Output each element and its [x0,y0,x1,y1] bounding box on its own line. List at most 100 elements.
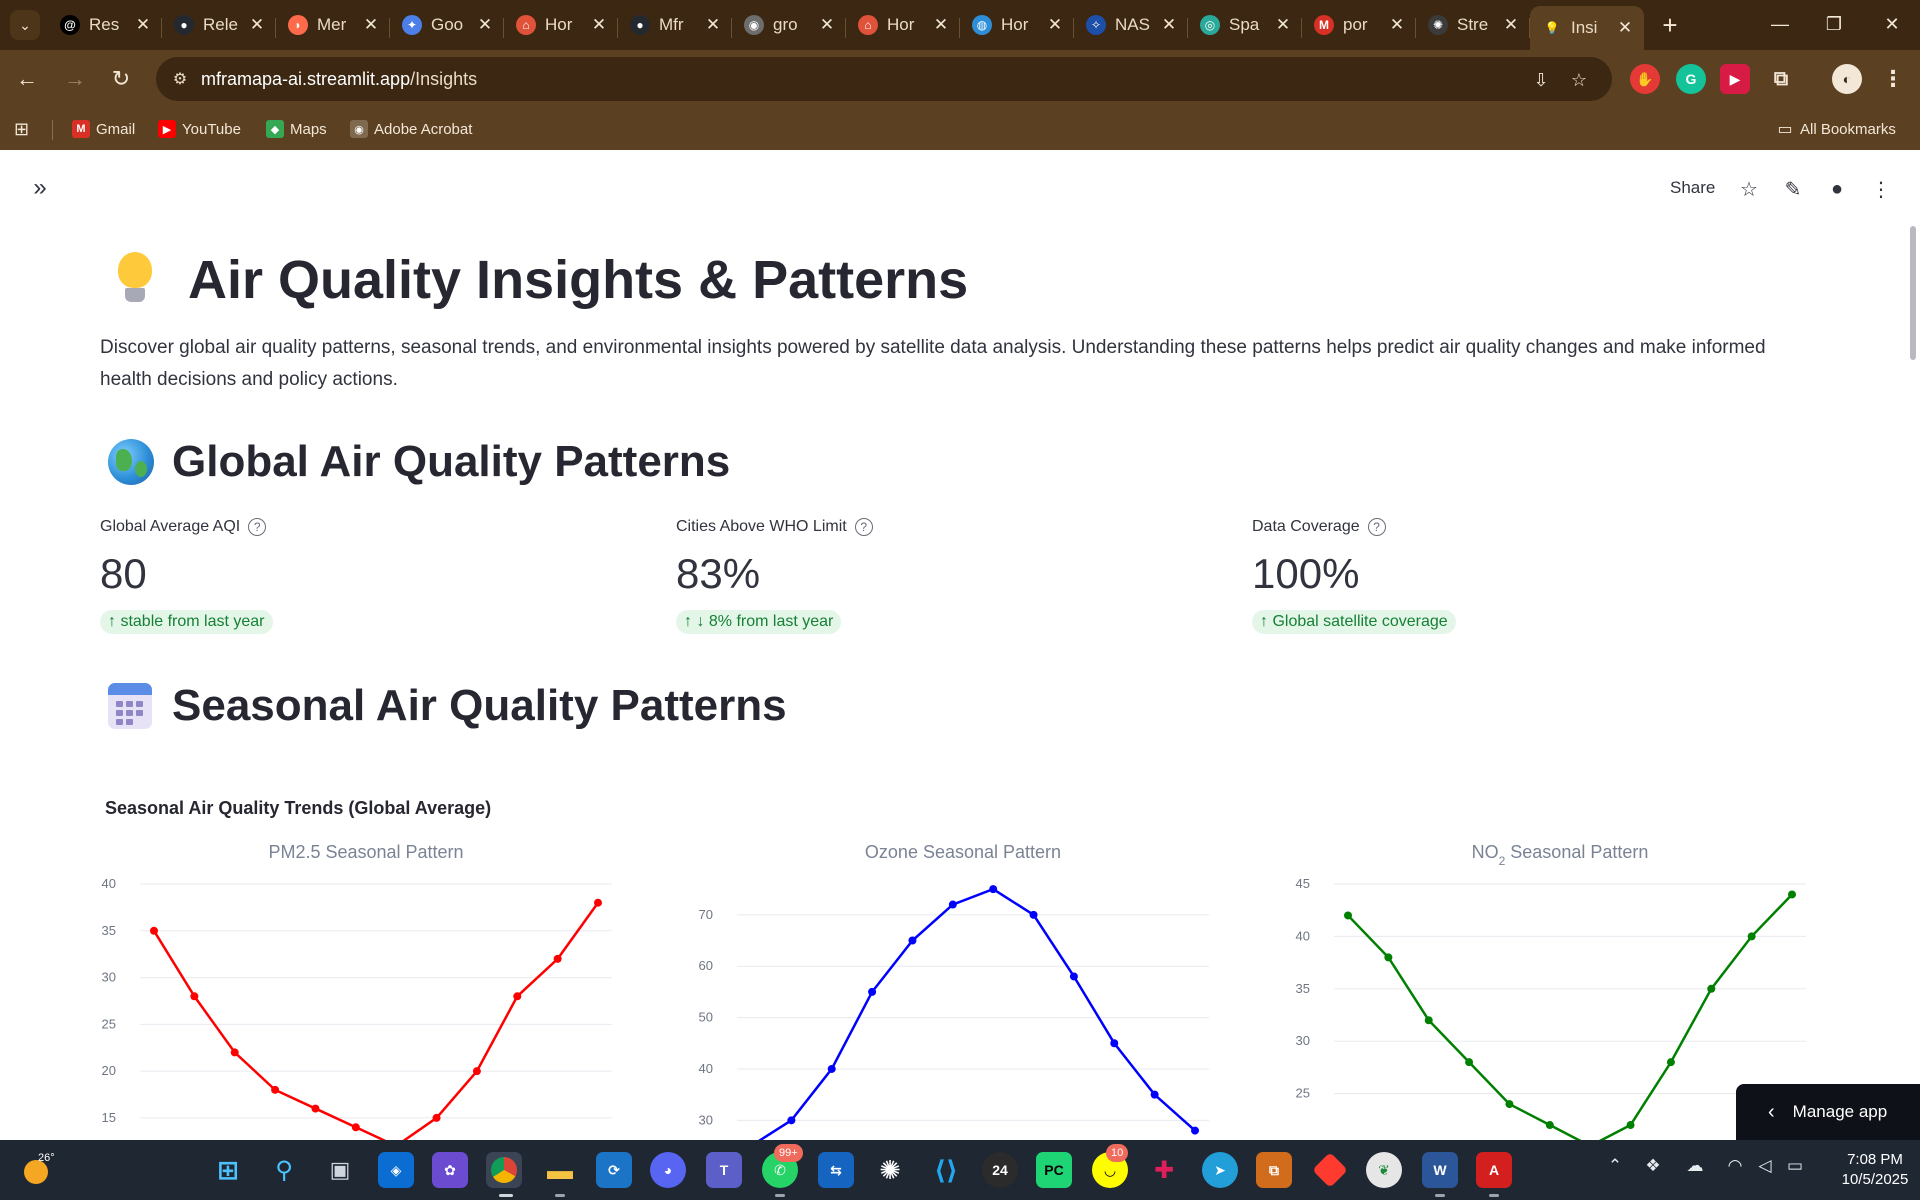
browser-tab[interactable]: ✺ Stre ✕ [1416,6,1530,44]
app-diamond-icon[interactable] [1312,1152,1348,1188]
chart-point[interactable] [311,1104,320,1113]
tab-close-icon[interactable]: ✕ [818,15,836,35]
bookmark-item[interactable]: ◆ Maps [266,116,327,142]
minimize-button[interactable]: — [1752,0,1808,48]
tab-close-icon[interactable]: ✕ [1160,15,1178,35]
apps-button[interactable]: ⊞ [14,116,29,142]
chart-point[interactable] [1545,1121,1554,1130]
openai-icon[interactable]: ✺ [872,1152,908,1188]
wifi-icon[interactable]: ◠ [1722,1156,1748,1176]
chart-point[interactable] [1424,1016,1433,1025]
tab-close-icon[interactable]: ✕ [704,15,722,35]
browser-tab[interactable]: ● Rele ✕ [162,6,276,44]
browser-tab[interactable]: ◗ Mer ✕ [276,6,390,44]
windows-start-icon[interactable]: ⊞ [210,1152,246,1188]
site-info-icon[interactable]: ⚙ [168,67,192,91]
tab-search-button[interactable]: ⌄ [10,10,40,40]
help-tooltip-icon[interactable]: ? [1367,518,1386,536]
bookmark-star-icon[interactable]: ☆ [1566,67,1592,93]
chart-point[interactable] [513,992,522,1001]
discord-icon[interactable]: ◕ [650,1152,686,1188]
chart-point[interactable] [1465,1058,1474,1067]
chart-point[interactable] [553,954,562,963]
chart-point[interactable] [827,1064,836,1073]
browser-tab[interactable]: @ Res ✕ [48,6,162,44]
pycharm-icon[interactable]: PC [1036,1152,1072,1188]
share-button[interactable]: Share [1670,178,1715,198]
chart-ozone[interactable]: Ozone Seasonal Pattern 30 40 50 60 70 [697,826,1217,1150]
search-icon[interactable]: ⚲ [266,1152,302,1188]
chart-point[interactable] [1788,890,1796,899]
app-24-icon[interactable]: 24 [982,1152,1018,1188]
browser-tab[interactable]: ◉ gro ✕ [732,6,846,44]
app-switch-icon[interactable]: ⇆ [818,1152,854,1188]
browser-tab[interactable]: ◎ Spa ✕ [1188,6,1302,44]
browser-tab[interactable]: ⌂ Hor ✕ [846,6,960,44]
github-icon[interactable]: ● [1822,174,1852,204]
tab-close-icon[interactable]: ✕ [1388,15,1406,35]
volume-muted-icon[interactable]: ◁ [1752,1156,1778,1176]
dropbox-icon[interactable]: ❖ [1640,1156,1666,1176]
sidebar-expand-button[interactable]: » [24,174,56,202]
chart-point[interactable] [908,936,917,945]
chart-point[interactable] [868,987,877,996]
file-explorer-icon[interactable]: ▬ [542,1152,578,1188]
help-tooltip-icon[interactable]: ? [248,518,267,536]
profile-avatar-icon[interactable]: ◐ [1832,64,1862,94]
chart-point[interactable] [1626,1121,1635,1130]
extension-grammarly-icon[interactable]: G [1676,64,1706,94]
chart-point[interactable] [1707,984,1716,993]
browser-tab[interactable]: ✧ NAS ✕ [1074,6,1188,44]
chart-point[interactable] [190,992,199,1001]
tab-close-icon[interactable]: ✕ [1502,15,1520,35]
favorite-star-icon[interactable]: ☆ [1734,174,1764,204]
telegram-icon[interactable]: ➤ [1202,1152,1238,1188]
chart-point[interactable] [989,885,998,894]
system-clock[interactable]: 7:08 PM 10/5/2025 [1830,1150,1920,1190]
chrome-icon[interactable] [486,1152,522,1188]
app-sync-icon[interactable]: ⟳ [596,1152,632,1188]
app-frames-icon[interactable]: ⧉ [1256,1152,1292,1188]
chart-point[interactable] [1384,953,1393,962]
chart-no2[interactable]: NO2 Seasonal Pattern202530354045 [1294,826,1814,1153]
chart-point[interactable] [787,1116,796,1125]
close-window-button[interactable]: ✕ [1864,0,1920,48]
page-scrollbar[interactable] [1910,226,1916,360]
chart-point[interactable] [948,900,957,909]
chart-point[interactable] [1029,910,1038,919]
chart-point[interactable] [1344,911,1352,920]
weather-widget[interactable]: 26° [24,1152,64,1188]
new-tab-plus-icon[interactable]: + [1650,6,1690,44]
word-icon[interactable]: W [1422,1152,1458,1188]
chart-point[interactable] [1110,1039,1119,1048]
slack-icon[interactable]: ✚ [1146,1152,1182,1188]
manage-app-button[interactable]: ‹ Manage app [1736,1084,1920,1140]
more-options-icon[interactable]: ⋮ [1866,174,1896,204]
bookmark-item[interactable]: ▶ YouTube [158,116,241,142]
chart-point[interactable] [1666,1058,1675,1067]
chart-point[interactable] [432,1113,441,1122]
chart-point[interactable] [472,1067,481,1076]
tab-close-icon[interactable]: ✕ [134,15,152,35]
tab-close-icon[interactable]: ✕ [1274,15,1292,35]
chart-point[interactable] [1150,1090,1159,1099]
url-text[interactable]: mframapa-ai.streamlit.app/Insights [201,69,477,90]
tab-close-icon[interactable]: ✕ [476,15,494,35]
bookmark-item[interactable]: ◉ Adobe Acrobat [350,116,472,142]
extension-adblock-icon[interactable]: ✋ [1630,64,1660,94]
browser-tab[interactable]: Mpor ✕ [1302,6,1416,44]
tab-close-icon[interactable]: ✕ [590,15,608,35]
chart-point[interactable] [1505,1100,1514,1109]
vs-preview-icon[interactable]: ◈ [378,1152,414,1188]
back-button[interactable]: ← [10,62,44,96]
browser-tab[interactable]: ◍ Hor ✕ [960,6,1074,44]
chart-point[interactable] [150,926,158,935]
browser-tab[interactable]: ✦ Goo ✕ [390,6,504,44]
copilot-icon[interactable]: ✿ [432,1152,468,1188]
chart-point[interactable] [1747,932,1756,941]
chart-point[interactable] [594,898,602,907]
tab-close-icon[interactable]: ✕ [362,15,380,35]
edit-pencil-icon[interactable]: ✎ [1778,174,1808,204]
chart-point[interactable] [1069,972,1078,981]
forward-button[interactable]: → [58,62,92,96]
